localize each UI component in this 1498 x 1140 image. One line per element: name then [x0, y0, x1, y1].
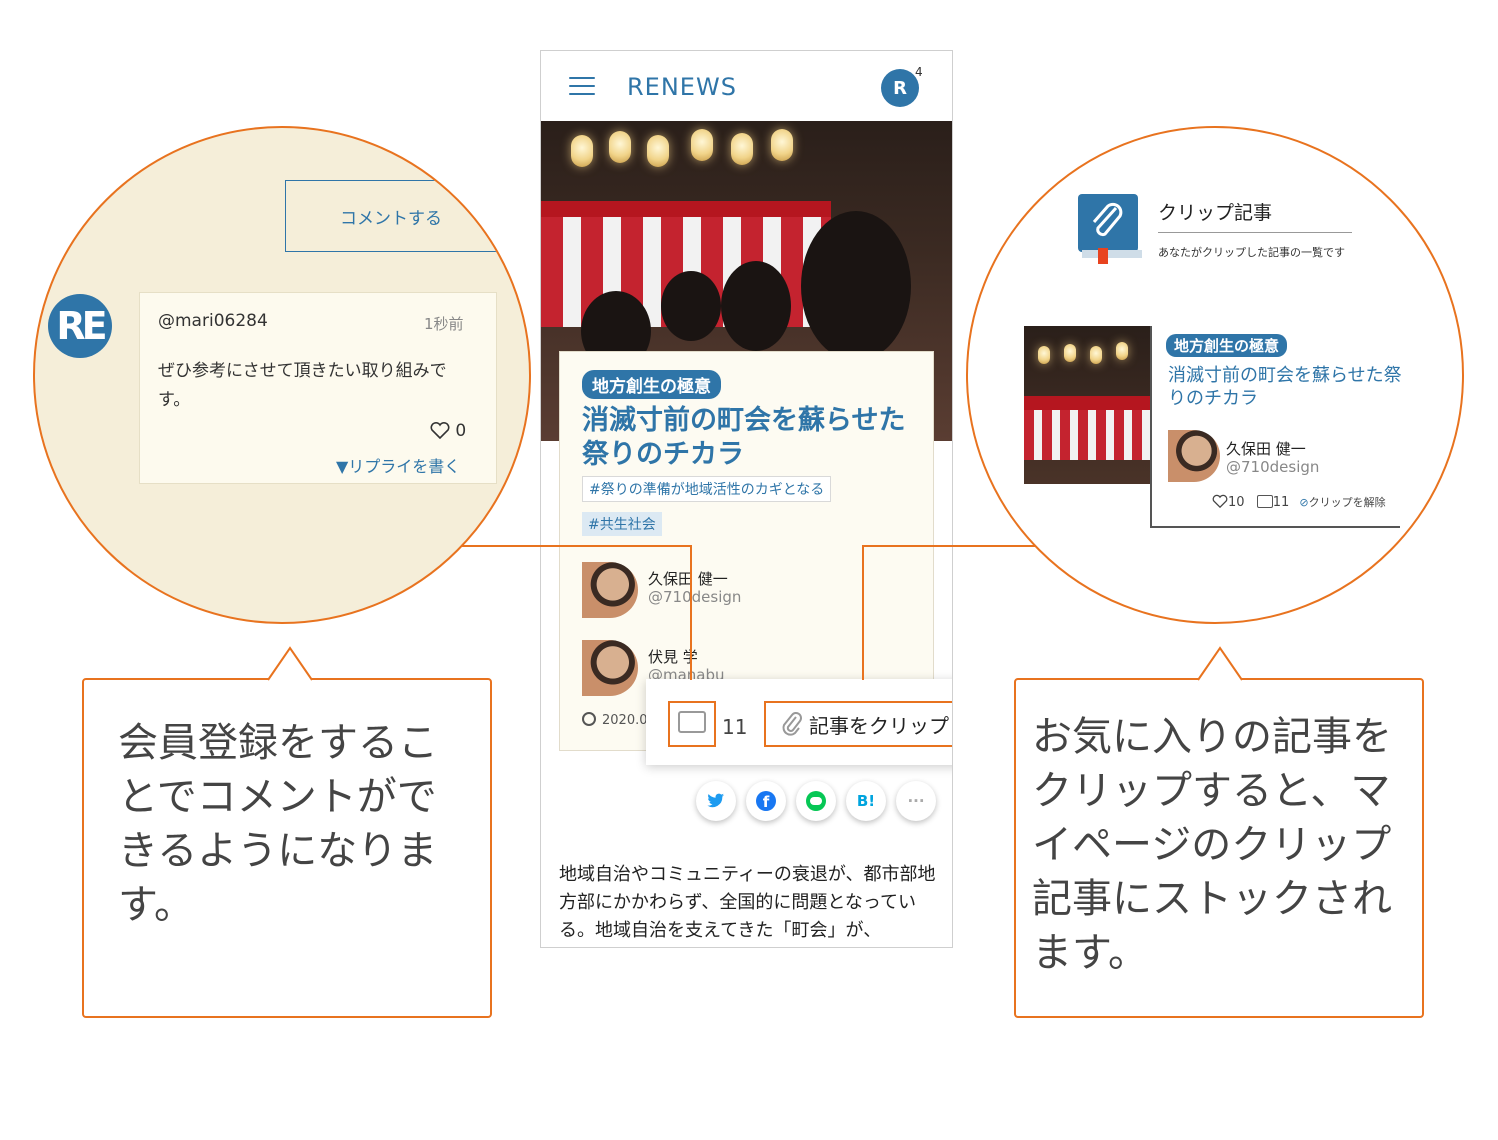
- author-avatar[interactable]: [582, 640, 638, 696]
- article-action-bar: 11 記事をクリップ: [646, 679, 952, 765]
- category-badge[interactable]: 地方創生の極意: [1166, 334, 1288, 357]
- app-header: RENEWS R 4: [541, 51, 952, 121]
- comment-count: 11: [722, 715, 748, 739]
- reply-link[interactable]: ▼リプライを書く: [336, 453, 460, 477]
- heart-icon[interactable]: [1212, 494, 1228, 509]
- comment-icon: [678, 711, 706, 733]
- right-callout-text: お気に入りの記事をクリップすると、マイページのクリップ記事にストックされます。: [1032, 714, 1392, 976]
- paperclip-icon: ⊘: [1299, 496, 1309, 509]
- like-count: 0: [455, 421, 467, 441]
- divider: [1150, 526, 1400, 528]
- clipped-article-stats: 10 11 ⊘クリップを解除: [1212, 494, 1386, 510]
- connector-line: [462, 545, 692, 547]
- comment-username[interactable]: @mari06284: [158, 311, 268, 331]
- publish-date: 2020.0: [582, 712, 648, 728]
- article-body: 地域自治やコミュニティーの衰退が、都市部地方部にかかわらず、全国的に問題となって…: [559, 864, 936, 941]
- heart-icon: [430, 421, 450, 440]
- line-icon[interactable]: [796, 781, 836, 821]
- clip-heading: クリップ記事: [1158, 202, 1273, 224]
- author-avatar[interactable]: [1168, 430, 1220, 482]
- hashtag[interactable]: #共生社会: [582, 512, 662, 536]
- right-callout: お気に入りの記事をクリップすると、マイページのクリップ記事にストックされます。: [1014, 678, 1424, 1018]
- twitter-icon[interactable]: [696, 781, 736, 821]
- author-avatar[interactable]: [582, 562, 638, 618]
- comment-icon[interactable]: [1256, 495, 1273, 508]
- author-handle: @710design: [648, 588, 742, 606]
- connector-line: [862, 545, 1037, 547]
- divider: [1158, 232, 1352, 233]
- clipped-article-thumbnail[interactable]: [1024, 326, 1150, 484]
- left-callout: 会員登録をすることでコメントができるようになります。: [82, 678, 492, 1018]
- comment-zoom-circle: コメントする RE @mari06284 1秒前 ぜひ参考にさせて頂きたい取り組…: [33, 126, 531, 624]
- clipped-article-title[interactable]: 消滅寸前の町会を蘇らせた祭りのチカラ: [1168, 364, 1408, 410]
- phone-screen: RENEWS R 4 地方創生の極意 消滅寸前の町会を蘇らせた祭りのチカラ #祭…: [540, 50, 953, 948]
- callout-pointer: [1197, 646, 1243, 682]
- author-handle: @710design: [1226, 458, 1320, 476]
- comment-text: ぜひ参考にさせて頂きたい取り組みです。: [158, 361, 447, 410]
- clip-zoom-circle: クリップ記事 あなたがクリップした記事の一覧です 地方創生の極意 消滅寸前の町会…: [966, 126, 1464, 624]
- callout-pointer: [267, 646, 313, 682]
- comment-count: 11: [1272, 495, 1290, 510]
- hatena-icon[interactable]: B!: [846, 781, 886, 821]
- paperclip-icon: [782, 712, 802, 736]
- clip-label: 記事をクリップ: [809, 713, 949, 738]
- connector-line: [862, 545, 864, 680]
- profile-avatar[interactable]: R: [881, 69, 919, 107]
- app-logo[interactable]: RENEWS: [627, 73, 737, 101]
- hamburger-menu-icon[interactable]: [569, 77, 595, 95]
- facebook-icon[interactable]: f: [746, 781, 786, 821]
- notification-count: 4: [915, 65, 923, 79]
- left-callout-text: 会員登録をすることでコメントができるようになります。: [118, 720, 438, 928]
- author-name[interactable]: 久保田 健一: [1226, 438, 1306, 459]
- clock-icon: [582, 712, 596, 726]
- article-title: 消滅寸前の町会を蘇らせた祭りのチカラ: [582, 405, 906, 470]
- unclip-button[interactable]: ⊘クリップを解除: [1299, 496, 1385, 509]
- divider: [1150, 326, 1152, 526]
- author-name[interactable]: 久保田 健一: [648, 568, 728, 589]
- clip-article-button[interactable]: 記事をクリップ: [764, 701, 952, 747]
- hashtag[interactable]: #祭りの準備が地域活性のカギとなる: [582, 476, 832, 502]
- clip-subheading: あなたがクリップした記事の一覧です: [1158, 246, 1345, 259]
- connector-line: [690, 545, 692, 680]
- clip-book-icon: [1078, 194, 1142, 264]
- submit-comment-button[interactable]: コメントする: [285, 180, 497, 252]
- category-badge[interactable]: 地方創生の極意: [582, 370, 721, 399]
- user-avatar: RE: [48, 294, 112, 358]
- like-count: 10: [1228, 495, 1245, 510]
- comment-card: @mari06284 1秒前 ぜひ参考にさせて頂きたい取り組みです。 0 ▼リプ…: [139, 292, 497, 484]
- more-icon[interactable]: ···: [896, 781, 936, 821]
- like-button[interactable]: 0: [430, 421, 466, 441]
- comment-timestamp: 1秒前: [424, 315, 464, 333]
